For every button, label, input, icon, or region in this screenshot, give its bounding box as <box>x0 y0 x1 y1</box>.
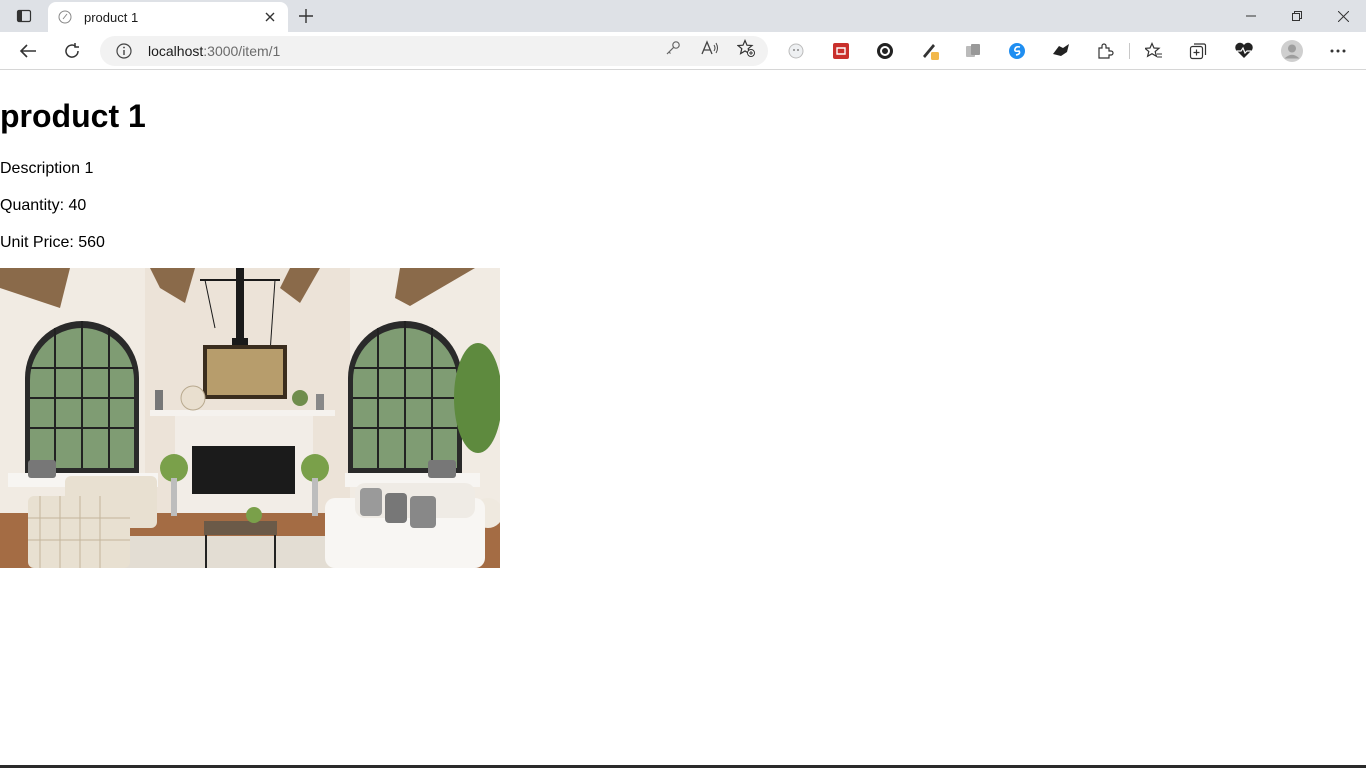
read-aloud-icon[interactable] <box>700 38 720 58</box>
extension-3-icon[interactable] <box>875 41 895 61</box>
tab-actions-icon <box>16 9 32 23</box>
url-path: :3000/item/1 <box>203 43 281 59</box>
product-title: product 1 <box>0 98 146 134</box>
more-icon[interactable] <box>1328 41 1348 61</box>
star-add-icon[interactable] <box>736 38 756 58</box>
restore-button[interactable] <box>1274 0 1320 32</box>
favorites-icon[interactable] <box>1144 41 1164 61</box>
new-tab-button[interactable] <box>292 4 320 28</box>
extension-7-icon[interactable] <box>1051 41 1071 61</box>
product-quantity: Quantity: 40 <box>0 197 87 214</box>
heartbeat-icon[interactable] <box>1234 41 1254 61</box>
tab-title: product 1 <box>84 9 139 25</box>
refresh-button[interactable] <box>58 37 86 65</box>
browser-tab[interactable]: product 1 <box>48 2 288 32</box>
toolbar-separator <box>1129 43 1130 59</box>
browser-toolbar: localhost:3000/item/1 <box>0 32 1366 70</box>
extensions-icon[interactable] <box>1095 41 1115 61</box>
close-tab-button[interactable] <box>260 7 280 27</box>
extension-2-icon[interactable] <box>831 41 851 61</box>
close-window-icon <box>1337 10 1349 22</box>
plus-icon <box>299 9 313 23</box>
back-arrow-icon <box>19 44 36 58</box>
product-price: Unit Price: 560 <box>0 234 105 251</box>
extension-6-icon[interactable] <box>1007 41 1027 61</box>
restore-icon <box>1292 11 1302 21</box>
page-favicon-icon <box>58 9 74 25</box>
minimize-icon <box>1246 15 1256 17</box>
url-text[interactable]: localhost:3000/item/1 <box>148 43 280 59</box>
tab-actions-button[interactable] <box>8 4 40 28</box>
product-image <box>0 268 500 568</box>
refresh-icon <box>65 43 79 58</box>
back-button[interactable] <box>14 37 42 65</box>
tab-strip: product 1 <box>0 0 1366 32</box>
key-icon[interactable] <box>663 38 683 58</box>
close-icon <box>265 12 275 22</box>
minimize-button[interactable] <box>1228 0 1274 32</box>
avatar-icon[interactable] <box>1280 39 1304 63</box>
close-window-button[interactable] <box>1320 0 1366 32</box>
extension-4-icon[interactable] <box>920 41 940 61</box>
product-description: Description 1 <box>0 160 94 177</box>
url-host: localhost <box>148 43 204 59</box>
page-content: product 1 Description 1 Quantity: 40 Uni… <box>0 71 1366 768</box>
extension-5-icon[interactable] <box>963 41 983 61</box>
extension-1-icon[interactable] <box>786 41 806 61</box>
collections-icon[interactable] <box>1188 41 1208 61</box>
info-icon[interactable] <box>116 42 134 60</box>
